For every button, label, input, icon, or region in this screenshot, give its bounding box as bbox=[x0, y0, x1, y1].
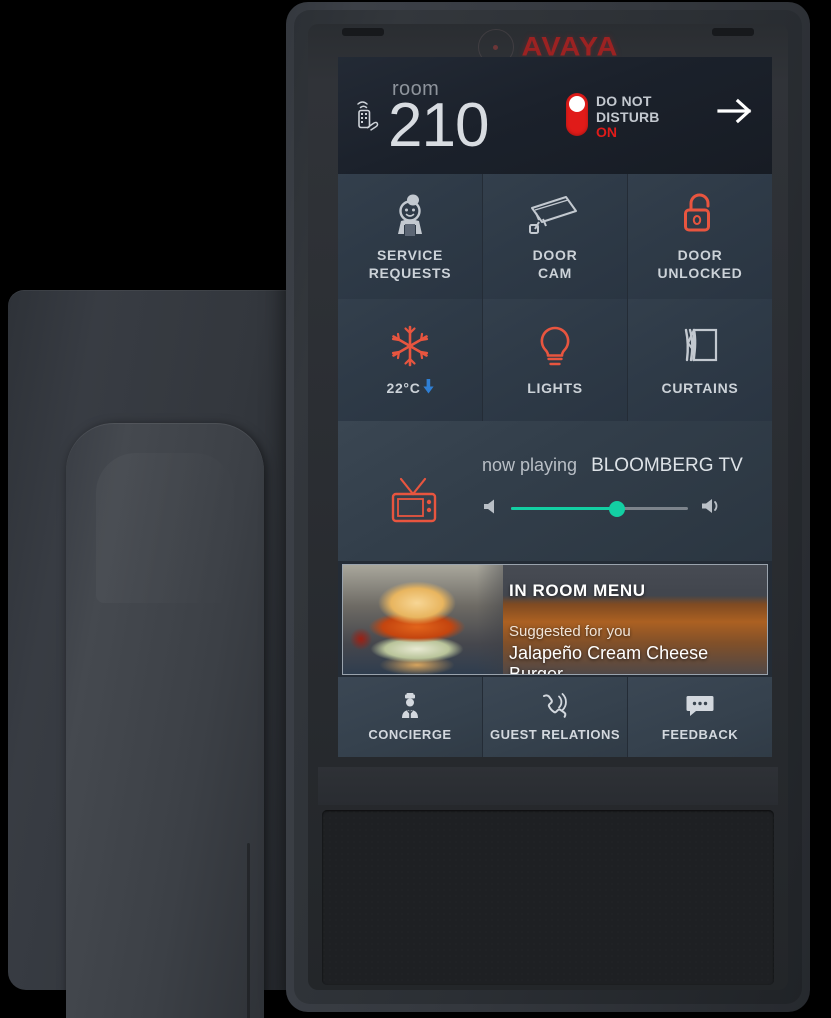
volume-high-icon[interactable] bbox=[700, 497, 722, 520]
media-panel: now playing BLOOMBERG TV bbox=[338, 421, 772, 561]
security-camera-icon bbox=[526, 190, 584, 238]
curtains-window-icon bbox=[677, 323, 723, 371]
chat-bubble-icon bbox=[685, 693, 715, 719]
fried-chicken-burger-photo bbox=[343, 565, 529, 674]
handset-seam bbox=[247, 843, 250, 1018]
dnd-state-label: ON bbox=[596, 124, 617, 141]
volume-slider-thumb[interactable] bbox=[609, 500, 626, 517]
temperature-value: 22°C bbox=[386, 379, 421, 396]
tile-door-unlocked[interactable]: DOOR UNLOCKED bbox=[628, 174, 772, 299]
nav-label: CONCIERGE bbox=[368, 726, 452, 742]
room-info: room 210 bbox=[354, 79, 489, 160]
room-number: 210 bbox=[388, 91, 489, 160]
tile-label: 22°C bbox=[386, 378, 434, 399]
dnd-label-line2: DISTURB bbox=[596, 108, 660, 125]
tile-curtains[interactable]: CURTAINS bbox=[628, 299, 772, 421]
nav-label: FEEDBACK bbox=[661, 726, 739, 742]
bottom-nav: CONCIERGE GUEST RELATIONS FEEDBACK bbox=[338, 677, 772, 757]
dnd-text: DO NOT DISTURB ON bbox=[596, 93, 660, 141]
channel-name: BLOOMBERG TV bbox=[591, 455, 743, 476]
in-room-menu-banner-wrap: IN ROOM MENU Suggested for you Jalapeño … bbox=[338, 561, 772, 677]
remote-control-hand-icon bbox=[354, 98, 384, 137]
speaker-panel bbox=[322, 810, 774, 985]
tile-label: DOOR UNLOCKED bbox=[657, 247, 743, 281]
volume-slider-fill bbox=[511, 507, 618, 510]
bellhop-person-icon bbox=[397, 692, 423, 719]
now-playing-label: now playing bbox=[482, 455, 578, 475]
volume-low-icon[interactable] bbox=[482, 498, 499, 520]
dnd-label-line1: DO NOT bbox=[596, 93, 652, 109]
tile-service-requests[interactable]: SERVICE REQUESTS bbox=[338, 174, 482, 299]
nav-label: GUEST RELATIONS bbox=[489, 726, 621, 742]
tile-label: CURTAINS bbox=[661, 379, 739, 396]
tile-door-cam[interactable]: DOOR CAM bbox=[483, 174, 627, 299]
television-icon[interactable] bbox=[388, 476, 440, 533]
tile-label: DOOR CAM bbox=[532, 247, 578, 281]
tile-temperature[interactable]: 22°C bbox=[338, 299, 482, 421]
volume-control[interactable] bbox=[482, 497, 722, 520]
screenshot-stage: AVAYA room 210 DO NOT DISTURB ON SERVICE… bbox=[0, 0, 831, 1018]
snowflake-icon bbox=[387, 322, 433, 370]
speaker-grille bbox=[322, 810, 774, 985]
do-not-disturb-control[interactable]: DO NOT DISTURB ON bbox=[566, 93, 660, 141]
housekeeping-maid-icon bbox=[387, 190, 433, 238]
tile-label: SERVICE REQUESTS bbox=[368, 247, 452, 281]
phone-ringing-icon bbox=[540, 692, 570, 719]
open-padlock-icon bbox=[678, 190, 722, 238]
handset-cradle bbox=[8, 290, 308, 1018]
dnd-toggle-switch[interactable] bbox=[566, 93, 588, 136]
screen-header: room 210 DO NOT DISTURB ON bbox=[338, 57, 772, 174]
handset-receiver[interactable] bbox=[66, 423, 264, 1018]
tile-row-1: SERVICE REQUESTS DOOR CAM DOOR UNLOCKED bbox=[338, 174, 772, 299]
banner-subtitle: Suggested for you bbox=[509, 623, 631, 640]
tile-row-2: 22°C LIGHTS CURTAINS bbox=[338, 299, 772, 421]
arrow-right-icon[interactable] bbox=[716, 97, 756, 130]
screen-lower-bezel bbox=[318, 767, 778, 805]
dnd-toggle-knob bbox=[569, 96, 585, 112]
banner-title: IN ROOM MENU bbox=[509, 581, 646, 600]
arrow-down-icon bbox=[422, 378, 434, 399]
handset-earpiece bbox=[96, 453, 234, 603]
tile-label: LIGHTS bbox=[527, 379, 583, 396]
now-playing-row: now playing BLOOMBERG TV bbox=[482, 455, 743, 477]
tile-lights[interactable]: LIGHTS bbox=[483, 299, 627, 421]
volume-slider-track[interactable] bbox=[511, 500, 688, 517]
nav-item-feedback[interactable]: FEEDBACK bbox=[628, 677, 772, 757]
banner-item-name: Jalapeño Cream Cheese Burger bbox=[509, 643, 709, 675]
nav-item-guest-relations[interactable]: GUEST RELATIONS bbox=[483, 677, 627, 757]
nav-item-concierge[interactable]: CONCIERGE bbox=[338, 677, 482, 757]
in-room-menu-banner[interactable]: IN ROOM MENU Suggested for you Jalapeño … bbox=[342, 564, 768, 675]
light-bulb-icon bbox=[534, 323, 576, 371]
touchscreen-display: room 210 DO NOT DISTURB ON SERVICE REQUE… bbox=[338, 57, 772, 757]
room-text: room 210 bbox=[388, 79, 489, 160]
